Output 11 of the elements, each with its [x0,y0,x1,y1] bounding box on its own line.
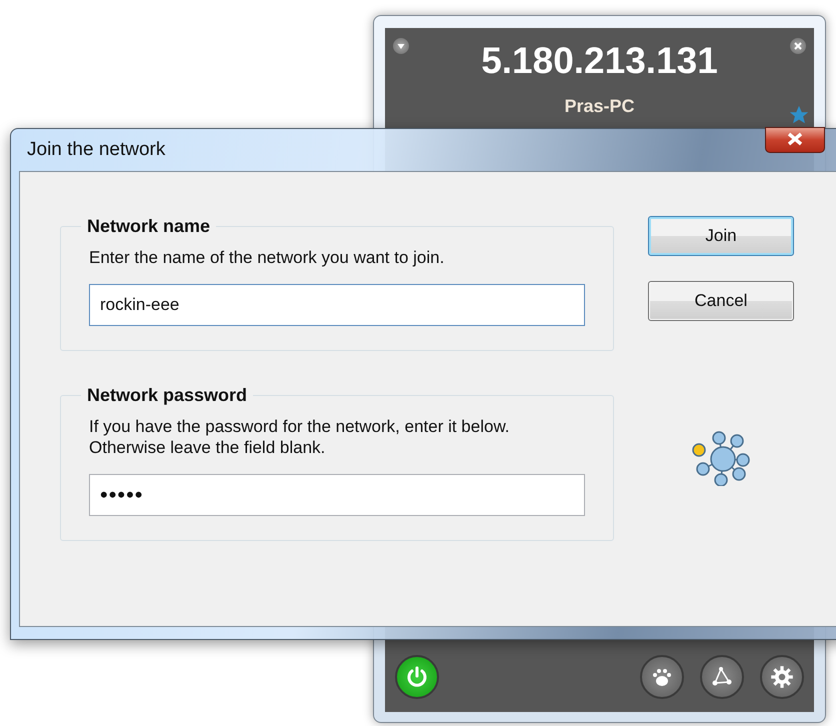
group-description: If you have the password for the network, enter it below. Otherwise leave the field blank. [89,416,511,458]
group-description: Enter the name of the network you want to join. [89,247,446,268]
computer-name: Pras-PC [564,96,635,117]
join-button[interactable]: Join [648,216,794,256]
password-field[interactable]: ••••• [89,474,585,516]
name-field[interactable]: rockin-eee [89,284,585,326]
cancel-button[interactable]: Cancel [648,281,794,321]
group-title: Network password [86,385,248,406]
window-title: Join the network [27,139,166,161]
group-title: Network name [86,216,212,237]
ip-address: 5.180.213.131 [481,40,718,82]
